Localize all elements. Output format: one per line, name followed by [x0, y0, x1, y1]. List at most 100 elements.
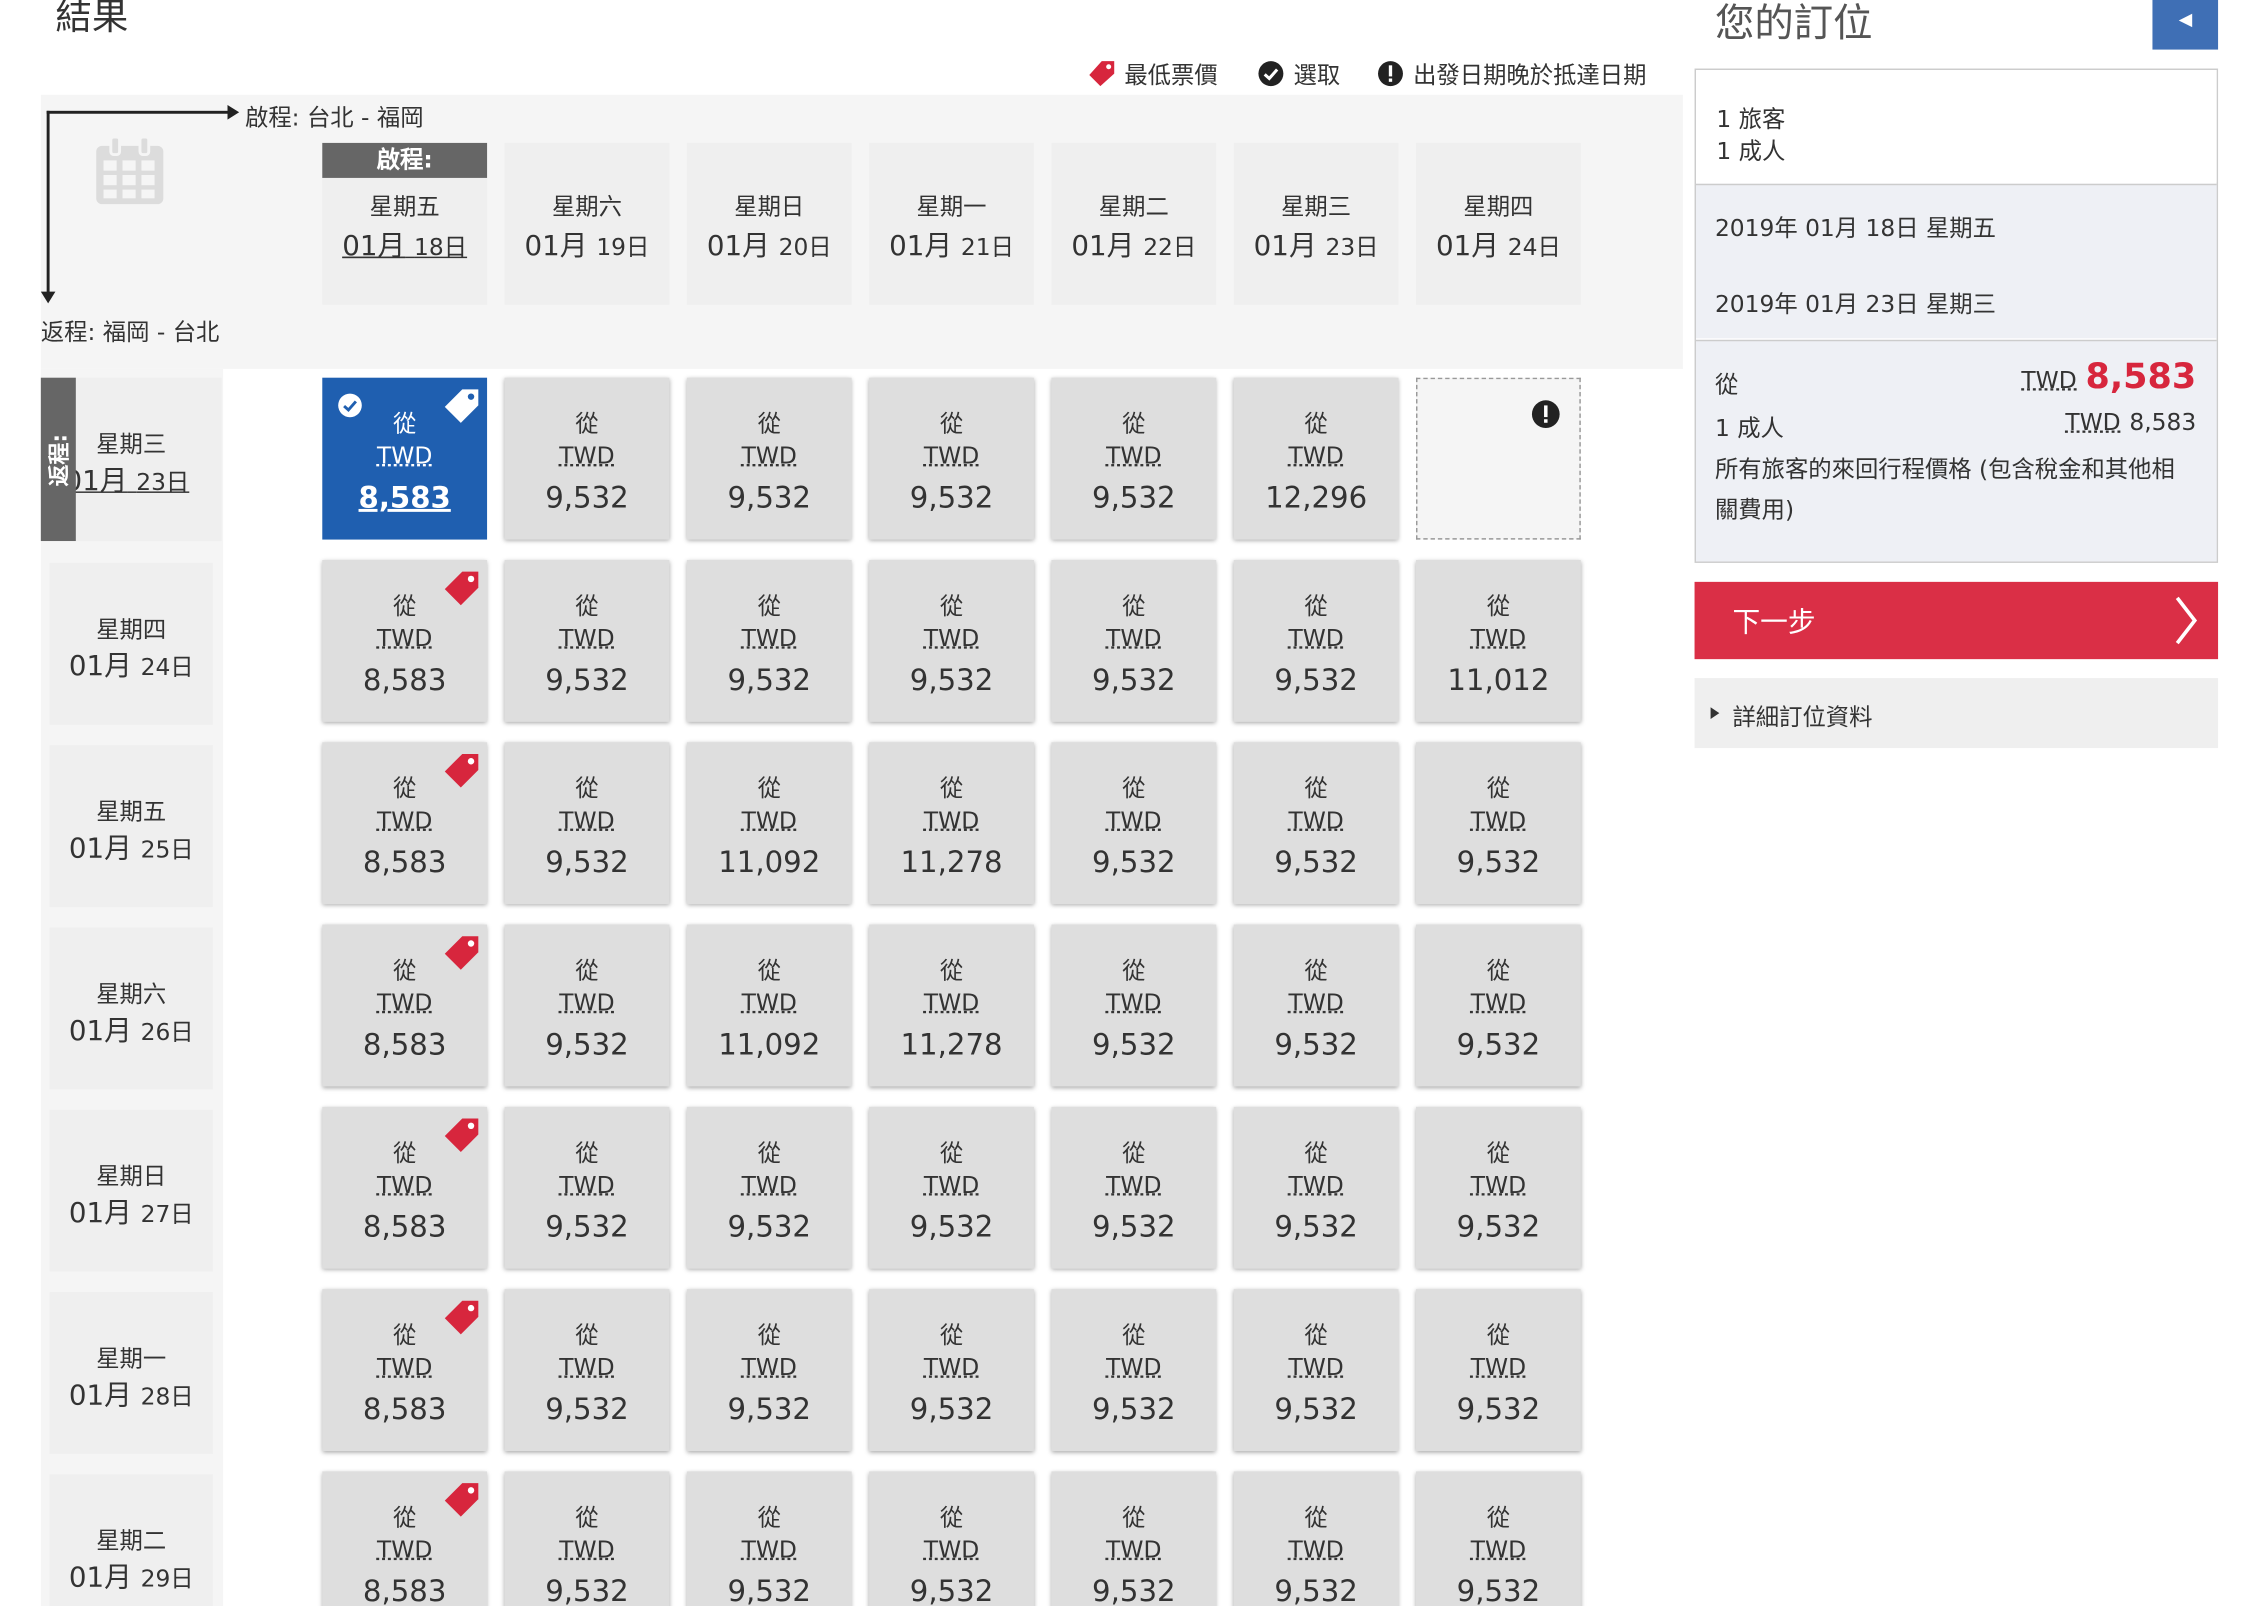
row-date: 01月 26日	[50, 1009, 213, 1048]
fare-cell[interactable]: 從 TWD 9,532	[1233, 924, 1399, 1087]
fare-cell-unavailable	[1416, 377, 1581, 540]
fare-cell[interactable]: 從 TWD 9,532	[869, 559, 1034, 722]
column-header-7[interactable]: 星期四 01月 24日	[1416, 142, 1581, 305]
fare-cell[interactable]: 從 TWD 12,296	[1233, 377, 1399, 540]
fare-cell[interactable]: 從 TWD 8,583	[322, 559, 488, 722]
fare-cell[interactable]: 從 TWD 9,532	[1051, 742, 1217, 905]
fare-cell[interactable]: 從 TWD 9,532	[869, 1471, 1034, 1606]
row-header-4[interactable]: 星期六 01月 26日	[49, 927, 213, 1090]
fare-cell[interactable]: 從 TWD 9,532	[1051, 1106, 1217, 1269]
fare-price: 9,532	[1092, 1391, 1176, 1427]
fare-cell[interactable]: 從 TWD 8,583	[322, 377, 488, 540]
fare-currency: TWD	[377, 624, 433, 652]
row-header-5[interactable]: 星期日 01月 27日	[49, 1109, 213, 1272]
fare-cell[interactable]: 從 TWD 9,532	[504, 559, 670, 722]
next-step-button[interactable]: 下一步	[1694, 581, 2219, 660]
column-header-2[interactable]: 星期六 01月 19日	[504, 142, 670, 305]
column-dow: 星期一	[916, 192, 987, 221]
fare-cell[interactable]: 從 TWD 9,532	[1051, 924, 1217, 1087]
fare-cell[interactable]: 從 TWD 9,532	[1233, 742, 1399, 905]
column-header-6[interactable]: 星期三 01月 23日	[1233, 142, 1399, 305]
fare-cell[interactable]: 從 TWD 9,532	[869, 1106, 1034, 1269]
fare-cell[interactable]: 從 TWD 9,532	[504, 1471, 670, 1606]
fare-cell[interactable]: 從 TWD 9,532	[1416, 924, 1581, 1087]
column-day: 18日	[414, 233, 468, 262]
fare-cell[interactable]: 從 TWD 9,532	[869, 1289, 1034, 1452]
fare-cell[interactable]: 從 TWD 11,278	[869, 742, 1034, 905]
fare-from-label: 從	[1486, 1503, 1511, 1532]
return-route-label: 返程: 福岡 - 台北	[40, 317, 220, 346]
fare-currency: TWD	[1470, 1353, 1527, 1382]
column-header-5[interactable]: 星期二 01月 22日	[1051, 142, 1217, 305]
fare-cell[interactable]: 從 TWD 8,583	[322, 1289, 488, 1452]
fare-cell[interactable]: 從 TWD 9,532	[1051, 559, 1217, 722]
column-dow: 星期二	[1098, 192, 1169, 221]
fare-currency: TWD	[923, 624, 980, 652]
fare-cell[interactable]: 從 TWD 9,532	[1233, 1289, 1399, 1452]
column-header-1[interactable]: 啟程: 星期五 01月 18日	[322, 142, 488, 305]
row-date: 01月 29日	[50, 1556, 213, 1595]
fare-cell[interactable]: 從 TWD 8,583	[322, 1471, 488, 1606]
fare-cell[interactable]: 從 TWD 9,532	[504, 377, 670, 540]
fare-cell[interactable]: 從 TWD 9,532	[1233, 1471, 1399, 1606]
outbound-tag: 啟程:	[322, 142, 488, 178]
fare-cell[interactable]: 從 TWD 9,532	[1233, 1106, 1399, 1269]
fare-currency: TWD	[1288, 806, 1344, 835]
adult-fare-currency: TWD	[2065, 408, 2121, 437]
fare-from-label: 從	[575, 956, 599, 985]
fare-cell[interactable]: 從 TWD 9,532	[504, 924, 670, 1087]
fare-cell[interactable]: 從 TWD 9,532	[686, 1106, 852, 1269]
fare-cell[interactable]: 從 TWD 9,532	[686, 1289, 852, 1452]
fare-currency: TWD	[1288, 1171, 1344, 1199]
row-header-7[interactable]: 星期二 01月 29日	[49, 1474, 213, 1606]
fare-cell[interactable]: 從 TWD 8,583	[322, 1106, 488, 1269]
adult-count: 1 成人	[1716, 137, 1786, 165]
fare-cell[interactable]: 從 TWD 9,532	[1416, 742, 1581, 905]
fare-price: 9,532	[1092, 479, 1176, 515]
fare-cell[interactable]: 從 TWD 11,278	[869, 924, 1034, 1087]
booking-details-toggle[interactable]: 詳細訂位資料	[1694, 678, 2219, 749]
fare-from-label: 從	[575, 1138, 599, 1167]
column-header-4[interactable]: 星期一 01月 21日	[869, 142, 1034, 305]
booking-details-label: 詳細訂位資料	[1732, 702, 1873, 731]
row-header-1[interactable]: 星期三 01月 23日	[64, 377, 222, 542]
fare-price: 9,532	[545, 479, 629, 515]
fare-cell[interactable]: 從 TWD 9,532	[504, 742, 670, 905]
fare-cell[interactable]: 從 TWD 9,532	[1051, 377, 1217, 540]
column-date: 01月 24日	[1416, 225, 1581, 264]
row-header-6[interactable]: 星期一 01月 28日	[49, 1292, 213, 1454]
fare-from-label: 從	[1486, 592, 1511, 620]
total-currency: TWD	[2021, 366, 2077, 394]
fare-cell[interactable]: 從 TWD 9,532	[686, 1471, 852, 1606]
fare-cell[interactable]: 從 TWD 8,583	[322, 924, 488, 1087]
collapse-sidebar-button[interactable]: ◀	[2152, 0, 2219, 50]
fare-currency: TWD	[377, 1353, 433, 1382]
fare-from-label: 從	[939, 592, 964, 620]
fare-cell[interactable]: 從 TWD 11,012	[1416, 559, 1581, 722]
fare-cell[interactable]: 從 TWD 9,532	[504, 1289, 670, 1452]
legend-warning-label: 出發日期晚於抵達日期	[1413, 61, 1647, 89]
fare-price: 9,532	[909, 1573, 994, 1606]
column-header-3[interactable]: 星期日 01月 20日	[686, 142, 852, 305]
row-dow: 星期四	[96, 615, 167, 644]
fare-cell[interactable]: 從 TWD 9,532	[1051, 1471, 1217, 1606]
fare-cell[interactable]: 從 TWD 8,583	[322, 742, 488, 905]
fare-price: 9,532	[1274, 662, 1358, 698]
row-header-3[interactable]: 星期五 01月 25日	[49, 745, 213, 908]
fare-cell[interactable]: 從 TWD 9,532	[1416, 1289, 1581, 1452]
fare-cell[interactable]: 從 TWD 9,532	[1051, 1289, 1217, 1452]
fare-from-label: 從	[1304, 1321, 1328, 1349]
fare-cell[interactable]: 從 TWD 11,092	[686, 924, 852, 1087]
fare-price: 8,583	[362, 662, 447, 698]
fare-cell[interactable]: 從 TWD 9,532	[869, 377, 1034, 540]
fare-cell[interactable]: 從 TWD 11,092	[686, 742, 852, 905]
fare-cell[interactable]: 從 TWD 9,532	[1416, 1106, 1581, 1269]
row-header-2[interactable]: 星期四 01月 24日	[49, 562, 213, 725]
fare-cell[interactable]: 從 TWD 9,532	[1233, 559, 1399, 722]
fare-cell[interactable]: 從 TWD 9,532	[504, 1106, 670, 1269]
fare-cell[interactable]: 從 TWD 9,532	[686, 559, 852, 722]
fare-currency: TWD	[741, 1353, 797, 1382]
fare-cell[interactable]: 從 TWD 9,532	[1416, 1471, 1581, 1606]
fare-from-label: 從	[757, 1503, 781, 1532]
fare-cell[interactable]: 從 TWD 9,532	[686, 377, 852, 540]
